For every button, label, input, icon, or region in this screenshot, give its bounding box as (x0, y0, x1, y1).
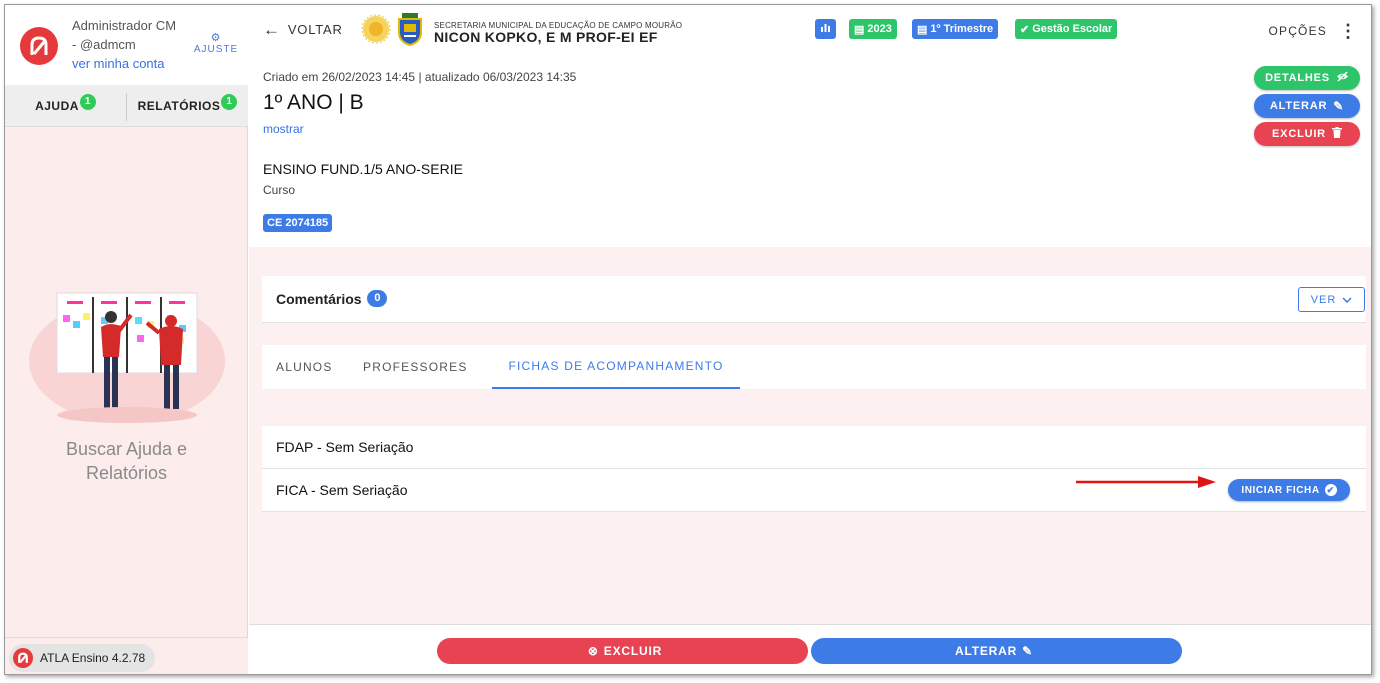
footer-delete-label: EXCLUIR (603, 644, 663, 658)
tab-professores[interactable]: PROFESSORES (349, 345, 482, 389)
user-handle: - @admcm (72, 37, 136, 52)
year-badge[interactable]: ▤ 2023 (849, 19, 897, 39)
tab-relatorios[interactable]: RELATÓRIOS 1 (127, 85, 248, 127)
kebab-menu-icon: ⋮ (1339, 21, 1357, 41)
atla-logo-icon[interactable] (20, 27, 58, 65)
trash-icon (1331, 127, 1342, 141)
settings-label: AJUSTE (193, 44, 239, 55)
help-text: Buscar Ajuda e Relatórios (65, 439, 188, 483)
back-label: VOLTAR (287, 22, 343, 37)
comments-title: Comentários (276, 291, 362, 307)
calendar-icon: ▤ (917, 23, 928, 36)
tab-fichas[interactable]: FICHAS DE ACOMPANHAMENTO (492, 345, 740, 389)
details-label: DETALHES (1265, 72, 1330, 84)
tab-alunos[interactable]: ALUNOS (262, 345, 347, 389)
comments-section: Comentários 0 VER (262, 276, 1366, 323)
footer-edit-button[interactable]: ALTERAR ✎ (811, 638, 1182, 664)
delete-button[interactable]: EXCLUIR (1254, 122, 1360, 146)
top-header: ← VOLTAR SECRETARIA MUNICIPAL DA EDUCAÇÃ… (249, 5, 1371, 61)
tab-relatorios-count: 1 (221, 94, 238, 110)
list-item[interactable]: FDAP - Sem Seriação (262, 426, 1366, 469)
version-chip[interactable]: ATLA Ensino 4.2.78 (9, 644, 156, 672)
start-ficha-button[interactable]: INICIAR FICHA ✔ (1228, 479, 1350, 501)
view-comments-button[interactable]: VER (1298, 287, 1365, 312)
fichas-list: FDAP - Sem Seriação FICA - Sem Seriação … (262, 426, 1366, 512)
class-info-card: Criado em 26/02/2023 14:45 | atualizado … (249, 61, 1371, 247)
edit-icon: ✎ (1022, 644, 1033, 658)
module-badge-label: Gestão Escolar (1032, 23, 1113, 35)
city-coat-of-arms-icon (398, 13, 422, 46)
tab-ajuda-count: 1 (79, 94, 96, 110)
sun-emblem-icon (361, 14, 391, 44)
check-circle-icon: ✔ (1020, 23, 1030, 36)
eye-off-icon (1336, 71, 1349, 85)
options-label: OPÇÕES (1268, 24, 1327, 38)
school-name: NICON KOPKO, E M PROF-EI EF (434, 29, 658, 45)
edit-icon: ✎ (1333, 99, 1345, 113)
tab-professores-label: PROFESSORES (363, 360, 468, 374)
tab-alunos-label: ALUNOS (276, 360, 333, 374)
chevron-down-icon (1342, 294, 1352, 306)
user-name: Administrador CM (72, 18, 177, 33)
delete-label: EXCLUIR (1272, 128, 1326, 140)
my-account-link[interactable]: ver minha conta (72, 56, 165, 71)
stats-badge[interactable] (815, 19, 836, 39)
arrow-left-icon: ← (263, 19, 281, 39)
sidebar: Administrador CM - @admcm ver minha cont… (5, 5, 248, 674)
red-arrow-annotation (1076, 476, 1216, 488)
period-badge[interactable]: ▤ 1º Trimestre (912, 19, 999, 39)
year-badge-label: 2023 (867, 23, 892, 35)
user-panel: Administrador CM - @admcm ver minha cont… (5, 5, 248, 85)
calendar-icon: ▤ (854, 23, 865, 36)
tab-ajuda[interactable]: AJUDA 1 (5, 85, 126, 127)
version-label: ATLA Ensino 4.2.78 (40, 651, 146, 665)
action-footer: ⊗ EXCLUIR ALTERAR ✎ (249, 624, 1371, 674)
edit-button[interactable]: ALTERAR ✎ (1254, 94, 1360, 118)
footer-delete-button[interactable]: ⊗ EXCLUIR (437, 638, 808, 664)
show-more-link[interactable]: mostrar (263, 122, 304, 136)
check-circle-icon: ✔ (1324, 484, 1337, 496)
ficha-label: FDAP - Sem Seriação (276, 439, 414, 455)
view-comments-label: VER (1310, 293, 1337, 306)
settings-button[interactable]: ⚙ AJUSTE (191, 32, 241, 56)
page-title: 1º ANO | B (263, 91, 364, 114)
tab-relatorios-label: RELATÓRIOS (137, 99, 221, 113)
sidebar-tabs: AJUDA 1 RELATÓRIOS 1 (5, 85, 248, 127)
content-tabs: ALUNOS PROFESSORES FICHAS DE ACOMPANHAME… (262, 345, 1366, 389)
comments-count-badge: 0 (367, 290, 388, 307)
options-menu-button[interactable]: OPÇÕES ⋮ (1268, 21, 1357, 41)
curso-label: Curso (263, 183, 296, 197)
ficha-label: FICA - Sem Seriação (276, 482, 408, 498)
footer-edit-label: ALTERAR (955, 644, 1018, 658)
comments-header: Comentários 0 (276, 290, 388, 310)
chart-icon (820, 22, 831, 36)
start-ficha-label: INICIAR FICHA (1241, 484, 1320, 496)
main-content: Criado em 26/02/2023 14:45 | atualizado … (249, 61, 1371, 624)
close-circle-icon: ⊗ (587, 644, 599, 658)
tab-fichas-label: FICHAS DE ACOMPANHAMENTO (508, 359, 724, 373)
help-illustration (29, 292, 225, 423)
tab-ajuda-label: AJUDA (35, 99, 79, 113)
curso-name: ENSINO FUND.1/5 ANO-SERIE (263, 161, 463, 177)
edit-label: ALTERAR (1269, 100, 1328, 112)
back-button[interactable]: ← VOLTAR (263, 19, 343, 39)
timestamps: Criado em 26/02/2023 14:45 | atualizado … (263, 70, 577, 84)
details-button[interactable]: DETALHES (1254, 66, 1360, 90)
gear-icon: ⚙ (210, 32, 222, 44)
app-window: Administrador CM - @admcm ver minha cont… (4, 4, 1372, 675)
module-badge[interactable]: ✔ Gestão Escolar (1015, 19, 1118, 39)
period-badge-label: 1º Trimestre (930, 23, 994, 35)
ce-badge: CE 2074185 (263, 214, 333, 232)
sidebar-footer: ATLA Ensino 4.2.78 (5, 637, 248, 674)
atla-mini-logo-icon (13, 648, 33, 668)
